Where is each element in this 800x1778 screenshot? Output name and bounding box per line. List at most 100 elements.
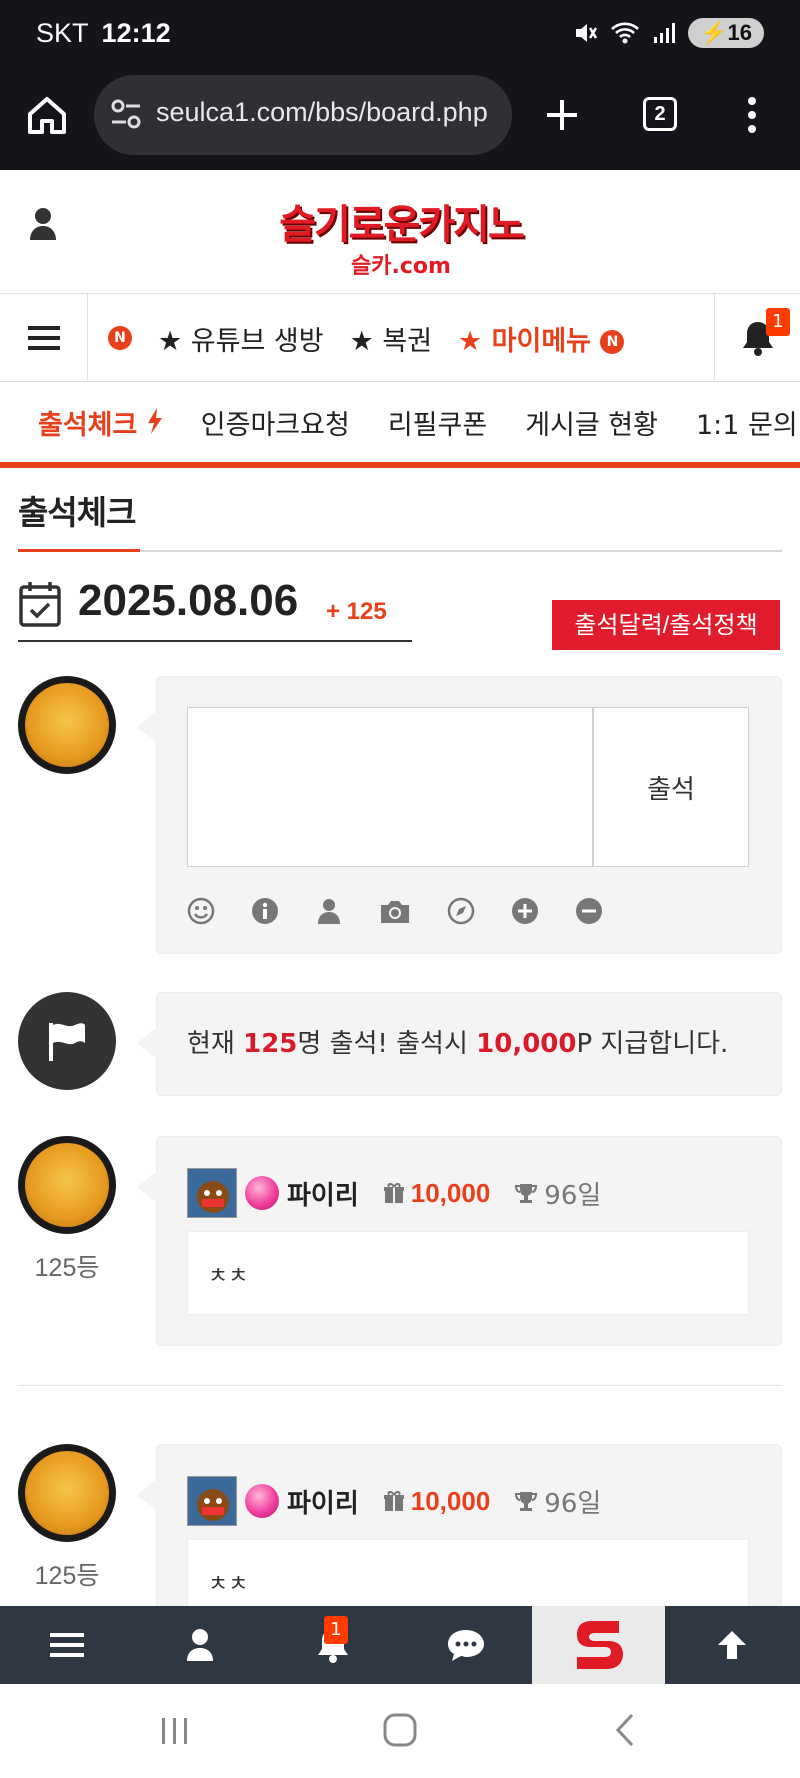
user-icon [186, 1629, 213, 1661]
main-nav: N ★ 유튜브 생방 ★ 복권 ★ 마이메뉴 N 1 [0, 294, 800, 382]
new-badge: N [600, 330, 625, 354]
attendance-date: 2025.08.06 [78, 576, 299, 625]
flag-icon [49, 1023, 85, 1061]
rank-label: 125등 [34, 1562, 100, 1590]
more-options-icon[interactable] [742, 92, 762, 138]
info-icon[interactable] [251, 897, 279, 925]
notice-text: 현재 125명 출석! 출석시 10,000P 지급합니다. [187, 1023, 728, 1060]
hamburger-icon [27, 326, 60, 350]
nickname[interactable]: 파이리 [287, 1175, 359, 1212]
avatar [18, 676, 116, 774]
points-amount: 10,000 [410, 1485, 491, 1516]
notice-prefix: 현재 [187, 1029, 244, 1059]
recent-apps-icon[interactable] [158, 1714, 192, 1748]
attendance-count: + 125 [326, 598, 387, 625]
trophy-icon [515, 1492, 538, 1511]
camera-icon[interactable] [379, 897, 411, 925]
wifi-icon [611, 22, 639, 44]
page-title: 출석체크 [18, 493, 136, 532]
chat-icon [447, 1630, 484, 1661]
scroll-top-button[interactable] [665, 1606, 798, 1684]
composer-toolbar [187, 897, 603, 925]
tab-cert-mark-request[interactable]: 인증마크요청 [201, 403, 350, 442]
logo-sub-text: 슬카.com [351, 254, 451, 279]
battery-indicator: ⚡16 [688, 18, 764, 48]
attendance-submit-button[interactable]: 출석 [593, 707, 749, 867]
site-logo[interactable]: 슬기로운카지노 슬카.com [258, 192, 544, 280]
title-underline [18, 549, 140, 552]
gift-icon [383, 1491, 404, 1511]
notice-count: 125 [243, 1029, 298, 1059]
notice-suffix: P 지급합니다. [576, 1029, 729, 1059]
trophy-icon [515, 1184, 538, 1203]
tab-attendance-label: 출석체크 [38, 409, 138, 441]
level-icon [187, 1168, 237, 1218]
bottom-chat-button[interactable] [399, 1606, 532, 1684]
mute-icon [576, 24, 598, 42]
nickname[interactable]: 파이리 [287, 1483, 359, 1520]
site-header: 슬기로운카지노 슬카.com [0, 170, 800, 294]
notifications-button[interactable]: 1 [714, 294, 800, 382]
entry-header: 파이리 10,000 96일 [187, 1167, 601, 1219]
clock: 12:12 [101, 18, 171, 48]
attendance-message-input[interactable] [187, 707, 593, 867]
plus-circle-icon[interactable] [511, 897, 539, 925]
hamburger-icon [49, 1633, 84, 1657]
bottom-user-button[interactable] [133, 1606, 266, 1684]
tiger-avatar-image [25, 1143, 109, 1227]
streak-days: 96일 [544, 1180, 602, 1211]
arrow-up-icon [717, 1631, 746, 1659]
url-text: seulca1.com/bbs/board.php [156, 97, 488, 127]
user-icon[interactable] [28, 206, 58, 242]
lightning-icon [147, 407, 162, 434]
entry-divider [18, 1385, 782, 1386]
level-icon [187, 1476, 237, 1526]
alerts-count-badge: 1 [324, 1616, 348, 1644]
status-bar: SKT 12:12 ⚡16 [0, 0, 800, 70]
site-settings-icon[interactable] [110, 97, 142, 131]
new-tab-icon[interactable] [542, 92, 582, 138]
bottom-app-bar: 1 [0, 1606, 800, 1684]
nav-my-menu-label: ★ 마이메뉴 [458, 325, 592, 357]
entry-message: ㅊㅊ [187, 1231, 749, 1315]
avatar [18, 1136, 116, 1234]
emoji-icon[interactable] [187, 897, 215, 925]
avatar [18, 1444, 116, 1542]
new-badge: N [108, 326, 132, 350]
tab-refill-coupon[interactable]: 리필쿠폰 [388, 403, 487, 442]
nav-youtube-live[interactable]: ★ 유튜브 생방 [158, 319, 324, 358]
bottom-alerts-button[interactable]: 1 [266, 1606, 399, 1684]
notice-mid: 명 출석! 출석시 [297, 1029, 477, 1059]
page-title-section: 출석체크 [18, 486, 782, 552]
calendar-check-icon [19, 582, 61, 627]
compass-icon[interactable] [447, 897, 475, 925]
back-icon[interactable] [612, 1712, 638, 1748]
android-navigation-bar [0, 1684, 800, 1778]
nav-lottery[interactable]: ★ 복권 [350, 319, 432, 358]
address-bar[interactable]: seulca1.com/bbs/board.php [94, 75, 512, 155]
tab-inquiry[interactable]: 1:1 문의 [696, 403, 798, 442]
user-icon[interactable] [315, 897, 343, 925]
minus-circle-icon[interactable] [575, 897, 603, 925]
points-amount: 10,000 [410, 1177, 491, 1208]
bottom-menu-button[interactable] [0, 1606, 133, 1684]
home-button-icon[interactable] [382, 1712, 418, 1748]
logo-main-text: 슬기로운카지노 [279, 202, 525, 248]
nav-my-menu[interactable]: ★ 마이메뉴 N [458, 319, 625, 358]
tab-attendance[interactable]: 출석체크 [38, 403, 163, 442]
signal-icon [654, 23, 676, 43]
attendance-calendar-policy-button[interactable]: 출석달력/출석정책 [552, 600, 780, 650]
browser-toolbar: seulca1.com/bbs/board.php 2 [0, 70, 800, 170]
bottom-logo-button[interactable] [532, 1606, 665, 1684]
rank-label: 125등 [34, 1254, 100, 1282]
attendance-notice: 현재 125명 출석! 출석시 10,000P 지급합니다. [137, 992, 782, 1096]
carrier-time: SKT 12:12 [36, 18, 171, 49]
tab-post-status[interactable]: 게시글 현황 [525, 403, 658, 442]
attendance-composer: 출석 [137, 676, 782, 954]
gem-icon [245, 1176, 279, 1210]
tab-switcher-button[interactable]: 2 [643, 97, 677, 131]
menu-button[interactable] [0, 294, 88, 382]
entry-header: 파이리 10,000 96일 [187, 1475, 601, 1527]
site-s-logo-icon [576, 1621, 623, 1669]
home-icon[interactable] [24, 92, 70, 138]
